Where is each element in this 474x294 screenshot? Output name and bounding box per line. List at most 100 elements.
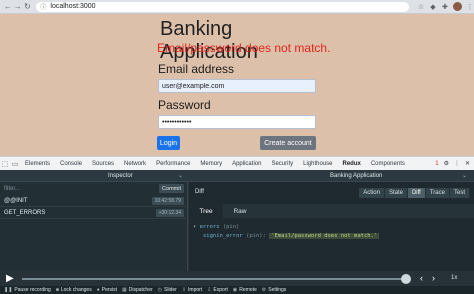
- tab-sources[interactable]: Sources: [87, 161, 119, 167]
- puzzle-icon[interactable]: ✚: [441, 3, 449, 11]
- email-field[interactable]: [158, 79, 316, 93]
- close-icon[interactable]: ✕: [465, 160, 470, 167]
- step-back-icon[interactable]: ‹: [420, 273, 423, 283]
- action-list-pane: filter... Commit @@INIT 10:42:58.79 GET_…: [0, 182, 188, 271]
- lock-changes-button[interactable]: ■ Lock changes: [56, 287, 92, 293]
- filter-row: filter... Commit: [0, 184, 188, 194]
- tree-node-child[interactable]: signin_error (pin): 'Email/password does…: [203, 233, 380, 239]
- instance-select[interactable]: Banking Application: [330, 173, 382, 179]
- slider-button[interactable]: ◷ Slider: [158, 287, 177, 293]
- settings-button[interactable]: ⚙ Settings: [262, 287, 287, 293]
- error-count-badge[interactable]: 1: [435, 161, 438, 167]
- avatar[interactable]: [452, 2, 462, 11]
- import-button[interactable]: ⇧ Import: [182, 287, 202, 293]
- slider-track[interactable]: [22, 278, 408, 280]
- star-icon[interactable]: ☆: [417, 3, 425, 11]
- list-item[interactable]: @@INIT 10:42:58.79: [0, 195, 188, 207]
- pause-recording-button[interactable]: ❚❚ Pause recording: [4, 287, 51, 293]
- view-tabs: Tree Raw: [189, 204, 474, 218]
- password-field[interactable]: [158, 115, 316, 129]
- tab-elements[interactable]: Elements: [20, 161, 55, 167]
- time-travel-slider: ▶ ‹ › 1x: [0, 271, 474, 286]
- forward-icon[interactable]: →: [13, 1, 23, 13]
- expand-arrow-icon[interactable]: ▾: [193, 224, 196, 230]
- button-label: Export: [213, 287, 228, 293]
- tree-key: signin_error: [203, 233, 243, 239]
- play-icon[interactable]: ▶: [6, 273, 14, 284]
- tree-node-root[interactable]: ▾ errors (pin): [193, 224, 239, 230]
- tab-trace[interactable]: Trace: [425, 188, 450, 198]
- remote-icon: ◉: [232, 287, 238, 293]
- panel-title: Diff: [195, 189, 204, 195]
- tab-performance[interactable]: Performance: [151, 161, 195, 167]
- button-label: Pause recording: [14, 287, 51, 293]
- tab-raw[interactable]: Raw: [223, 204, 257, 218]
- login-button[interactable]: Login: [157, 136, 180, 150]
- tab-redux[interactable]: Redux: [338, 161, 366, 167]
- app-viewport: Banking Application Email/password does …: [0, 14, 474, 156]
- reload-icon[interactable]: ↻: [23, 1, 33, 13]
- device-icon[interactable]: ▭: [10, 160, 20, 168]
- tree-type: (pin):: [246, 233, 266, 239]
- slider-thumb[interactable]: [401, 274, 411, 284]
- download-icon: ⇩: [207, 287, 212, 293]
- tree-type: (pin): [222, 224, 240, 230]
- export-button[interactable]: ⇩ Export: [207, 287, 228, 293]
- history-icon: ◷: [157, 287, 163, 293]
- button-label: Lock changes: [60, 287, 92, 293]
- tab-test[interactable]: Test: [449, 188, 470, 198]
- devtools-tabbar: ⬚ ▭ Elements Console Sources Network Per…: [0, 156, 474, 170]
- url-text: localhost:3000: [50, 3, 96, 10]
- list-item[interactable]: GET_ERRORS +30:12.34: [0, 207, 188, 219]
- tab-diff[interactable]: Diff: [407, 188, 426, 198]
- step-forward-icon[interactable]: ›: [432, 273, 435, 283]
- speed-select[interactable]: 1x: [451, 275, 457, 281]
- tab-action[interactable]: Action: [359, 188, 385, 198]
- create-account-button[interactable]: Create account: [260, 136, 316, 150]
- persist-button[interactable]: ● Persist: [97, 287, 117, 293]
- remote-button[interactable]: ◉ Remote: [233, 287, 257, 293]
- action-time: +30:12.34: [155, 209, 184, 217]
- menu-icon[interactable]: ⋮: [466, 3, 474, 11]
- lock-icon: ■: [55, 287, 59, 293]
- chevron-down-icon[interactable]: ⌄: [178, 172, 183, 179]
- button-label: Dispatcher: [128, 287, 153, 293]
- extension-icon[interactable]: ◆: [429, 3, 437, 11]
- button-label: Settings: [268, 287, 287, 293]
- inspect-icon[interactable]: ⬚: [0, 160, 10, 168]
- pin-icon: ●: [96, 287, 100, 293]
- tab-state[interactable]: State: [384, 188, 408, 198]
- browser-actions: ☆ ◆ ✚ ⋮: [417, 2, 474, 11]
- address-bar[interactable]: ⓘ localhost:3000: [36, 1, 409, 12]
- back-icon[interactable]: ←: [3, 1, 13, 13]
- tab-tree[interactable]: Tree: [189, 204, 223, 218]
- tab-components[interactable]: Components: [366, 161, 410, 167]
- mode-tabs: Action State Diff Trace Test: [359, 188, 470, 198]
- tab-security[interactable]: Security: [266, 161, 298, 167]
- tab-network[interactable]: Network: [119, 161, 151, 167]
- button-label: Import: [188, 287, 203, 293]
- redux-devtools-panel: Inspector ⌄ Banking Application ⌄ filter…: [0, 170, 474, 294]
- gear-icon[interactable]: ⚙: [444, 160, 449, 167]
- tree-key: errors: [199, 224, 220, 230]
- tab-memory[interactable]: Memory: [195, 161, 227, 167]
- button-label: Remote: [239, 287, 257, 293]
- tab-console[interactable]: Console: [55, 161, 87, 167]
- upload-icon: ⇧: [181, 287, 187, 293]
- commit-button[interactable]: Commit: [159, 184, 184, 193]
- info-icon[interactable]: ⓘ: [40, 2, 46, 11]
- browser-toolbar: ← → ↻ ⓘ localhost:3000 ☆ ◆ ✚ ⋮: [0, 0, 474, 14]
- action-name: @@INIT: [4, 197, 28, 204]
- chevron-down-icon[interactable]: ⌄: [462, 172, 467, 179]
- dispatcher-button[interactable]: ▦ Dispatcher: [122, 287, 153, 293]
- monitor-select[interactable]: Inspector: [108, 173, 133, 179]
- gear-icon: ⚙: [261, 287, 267, 293]
- filter-input[interactable]: filter...: [4, 186, 20, 192]
- tab-application[interactable]: Application: [227, 161, 266, 167]
- email-label: Email address: [158, 62, 235, 76]
- pause-icon: ❚❚: [4, 287, 13, 293]
- button-label: Slider: [164, 287, 177, 293]
- more-icon[interactable]: ⋮: [454, 160, 460, 167]
- devtools-right-controls: 1 ⚙ ⋮ ✕: [435, 160, 474, 168]
- tab-lighthouse[interactable]: Lighthouse: [298, 161, 337, 167]
